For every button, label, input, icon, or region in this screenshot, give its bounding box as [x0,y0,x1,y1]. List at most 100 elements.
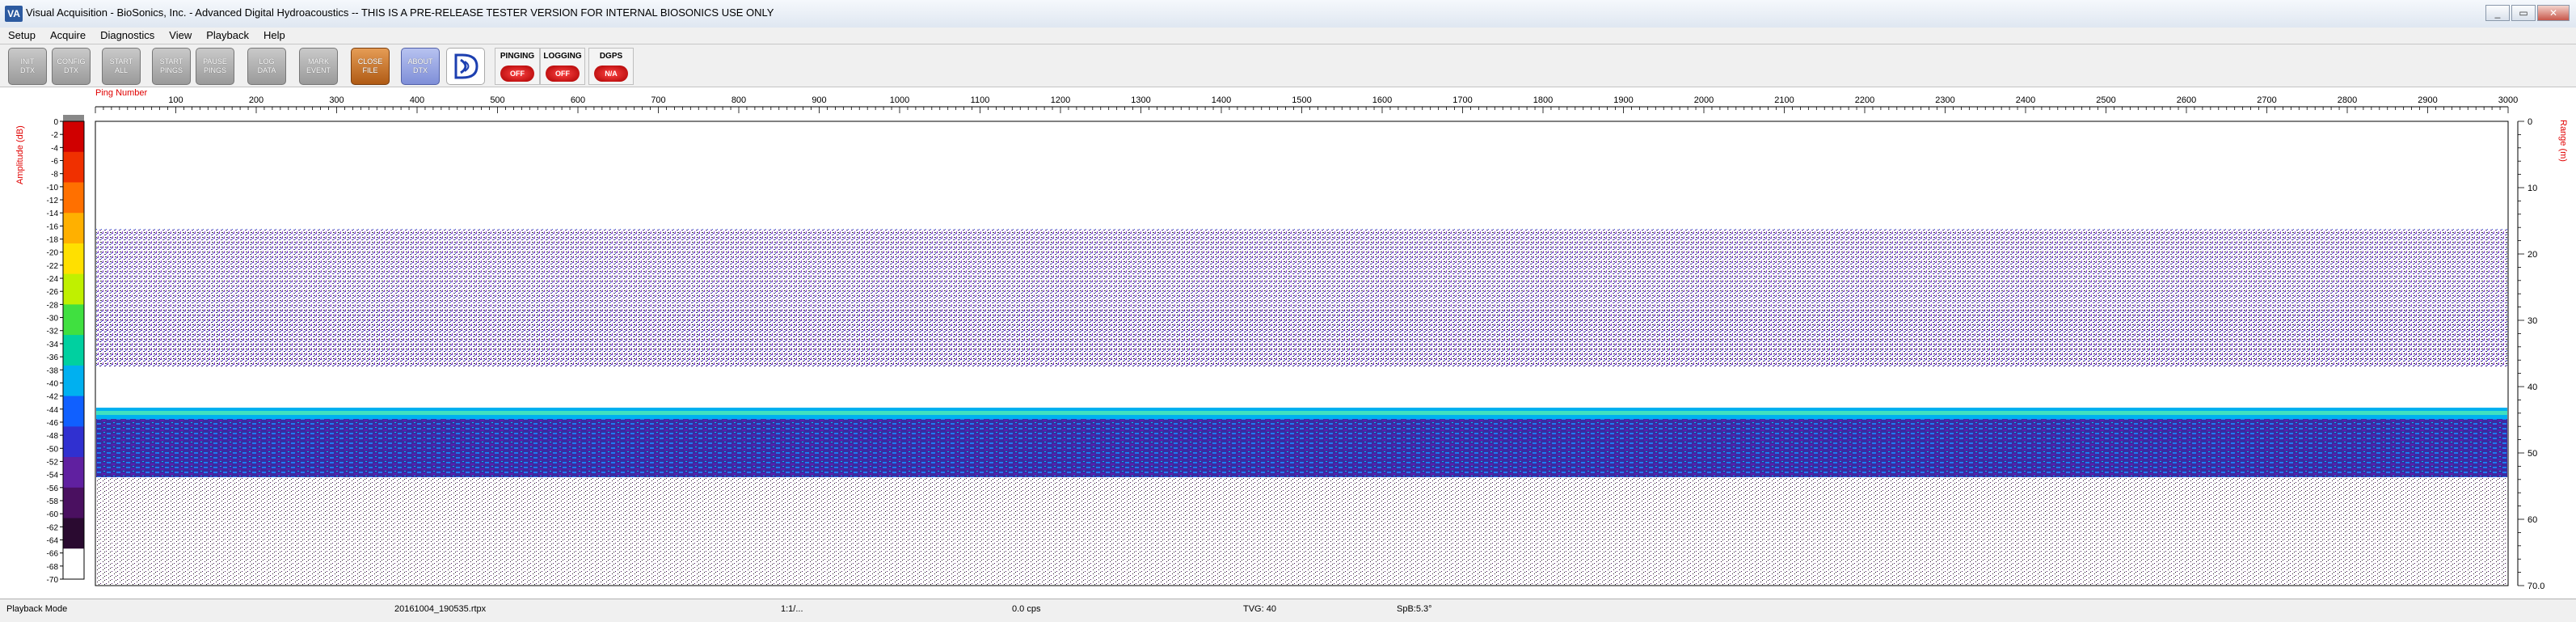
menu-help[interactable]: Help [255,28,292,44]
menu-playback[interactable]: Playback [198,28,255,44]
ping-tick-label: 1700 [1452,95,1472,105]
status-file: 20161004_190535.rtpx [394,604,487,614]
range-tick-label: 30 [2528,316,2537,326]
ping-tick-label: 100 [168,95,183,105]
echogram-svg[interactable]: Amplitude (dB) Range (m) Ping Number 0 -2… [0,87,2576,599]
ping-tick-label: 2000 [1694,95,1714,105]
amplitude-tick-label: -10 [47,184,59,193]
colorbar-swatch [63,396,84,427]
colorbar-swatch [63,151,84,183]
menu-view[interactable]: View [161,28,198,44]
ping-tick-label: 2800 [2338,95,2357,105]
dgps-indicator: DGPS N/A [588,48,634,85]
start-pings-button[interactable]: START PINGS [152,48,191,85]
colorbar-swatch [63,426,84,458]
colorbar-swatch [63,457,84,489]
window-title: Visual Acquisition - BioSonics, Inc. - A… [26,6,774,19]
ping-tick-label: 1400 [1212,95,1231,105]
colorbar-cap [63,115,84,121]
ping-tick-label: 1200 [1051,95,1070,105]
amplitude-tick-label: -28 [47,301,59,310]
ping-tick-label: 200 [249,95,264,105]
init-dtx-button[interactable]: INIT DTX [8,48,47,85]
amplitude-tick-label: -46 [47,419,59,428]
colorbar-swatch [63,121,84,153]
restore-button[interactable]: ▭ [2511,5,2536,21]
close-button[interactable]: ✕ [2537,5,2570,21]
ping-tick-label: 1300 [1131,95,1150,105]
ping-tick-label: 500 [490,95,504,105]
ping-tick-label: 2100 [1774,95,1794,105]
amplitude-tick-label: -58 [47,497,59,506]
status-ratio: 1:1/... [781,604,803,614]
amplitude-tick-label: -36 [47,353,59,362]
ping-tick-label: 1800 [1533,95,1553,105]
about-dtx-button[interactable]: ABOUT DTX [401,48,440,85]
colorbar-swatch [63,365,84,397]
log-data-button[interactable]: LOG DATA [247,48,286,85]
colorbar-swatch [63,243,84,275]
amplitude-tick-label: -6 [51,158,58,167]
range-tick-label: 60 [2528,515,2537,525]
deep-noise-band [96,477,2507,585]
amplitude-tick-label: -64 [47,536,59,545]
colorbar-swatch [63,213,84,244]
amplitude-tick-label: -44 [47,406,59,415]
config-dtx-button[interactable]: CONFIG DTX [52,48,91,85]
amplitude-tick-label: -18 [47,236,59,245]
amplitude-tick-label: -2 [51,131,58,140]
ping-number-label: Ping Number [95,88,148,98]
range-tick-label: 50 [2528,449,2537,459]
status-spb: SpB:5.3° [1397,604,1432,614]
biosonics-logo-graphic [454,53,479,79]
app-icon: VA [5,6,23,22]
start-all-button[interactable]: START ALL [102,48,141,85]
colorbar-swatch [63,182,84,214]
range-tick-label: 10 [2528,184,2537,193]
amplitude-tick-label: -12 [47,197,59,205]
pinging-indicator: PINGING OFF [495,48,540,85]
amplitude-tick-label: -68 [47,563,59,572]
close-file-button[interactable]: CLOSE FILE [351,48,390,85]
mark-event-button[interactable]: MARK EVENT [299,48,338,85]
amplitude-tick-label: -52 [47,458,59,467]
ping-tick-label: 2400 [2016,95,2035,105]
ping-tick-label: 400 [410,95,424,105]
menu-diagnostics[interactable]: Diagnostics [92,28,161,44]
amplitude-tick-label: -14 [47,209,59,218]
amplitude-tick-label: -62 [47,523,59,532]
ping-number-ticks: 100 200 300 400 500 600 700 800 900 1000 1100 1200 1… [95,95,2518,113]
ping-tick-label: 2200 [1855,95,1874,105]
menu-setup[interactable]: Setup [0,28,42,44]
amplitude-tick-label: -8 [51,171,58,180]
pinging-state: OFF [500,66,534,82]
amplitude-tick-label: 0 [53,118,58,127]
menu-acquire[interactable]: Acquire [42,28,92,44]
menu-bar: Setup Acquire Diagnostics View Playback … [0,28,2576,44]
amplitude-tick-label: -66 [47,550,59,559]
biosonics-logo-icon[interactable] [446,48,485,85]
amplitude-tick-label: -40 [47,379,59,388]
amplitude-tick-label: -20 [47,249,59,258]
amplitude-tick-label: -32 [47,328,59,336]
status-mode: Playback Mode [6,604,68,614]
ping-tick-label: 1100 [971,95,990,105]
pause-pings-button[interactable]: PAUSE PINGS [196,48,234,85]
ping-tick-label: 300 [329,95,344,105]
pinging-label: PINGING [500,52,535,61]
range-tick-label: 0 [2528,117,2532,127]
amplitude-tick-label: -4 [51,144,58,153]
amplitude-axis-label: Amplitude (dB) [15,125,25,184]
minimize-button[interactable]: _ [2485,5,2510,21]
sub-bottom-band [96,419,2507,477]
colorbar-swatch [63,304,84,336]
amplitude-tick-label: -70 [47,576,59,585]
ping-tick-label: 3000 [2498,95,2518,105]
amplitude-tick-label: -16 [47,222,59,231]
ping-tick-label: 1500 [1292,95,1311,105]
ping-tick-label: 2600 [2177,95,2196,105]
title-bar: VA Visual Acquisition - BioSonics, Inc. … [0,0,2576,28]
colorbar-swatch [63,335,84,366]
logging-label: LOGGING [543,52,582,61]
ping-tick-label: 2500 [2096,95,2115,105]
